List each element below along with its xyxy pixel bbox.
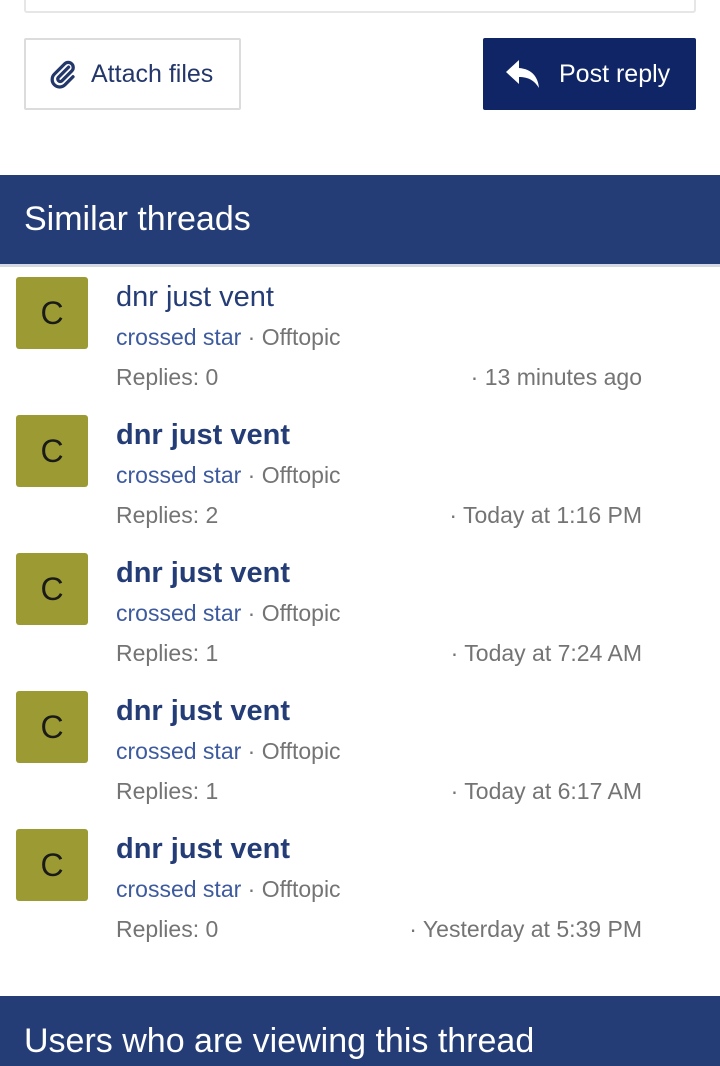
users-viewing-heading: Users who are viewing this thread (0, 996, 720, 1066)
thread-author-link[interactable]: crossed star (116, 876, 241, 902)
thread-item[interactable]: C dnr just vent crossed star · Offtopic … (0, 691, 720, 821)
thread-item[interactable]: C dnr just vent crossed star · Offtopic … (0, 829, 720, 959)
avatar[interactable]: C (16, 829, 88, 901)
post-reply-button[interactable]: Post reply (483, 38, 696, 110)
thread-meta: crossed star · Offtopic (116, 324, 341, 351)
thread-forum-link[interactable]: Offtopic (262, 324, 341, 350)
thread-replies: Replies: 1 (116, 778, 219, 804)
meta-separator: · (241, 600, 262, 626)
attach-files-button[interactable]: Attach files (24, 38, 241, 110)
thread-time: · Today at 6:17 AM (450, 778, 642, 804)
thread-time: · 13 minutes ago (470, 364, 642, 390)
thread-replies: Replies: 0 (116, 364, 219, 390)
thread-meta: crossed star · Offtopic (116, 600, 341, 627)
thread-meta: crossed star · Offtopic (116, 462, 341, 489)
thread-author-link[interactable]: crossed star (116, 324, 241, 350)
meta-separator: · (241, 738, 262, 764)
thread-replies: Replies: 1 (116, 640, 219, 666)
thread-item[interactable]: C dnr just vent crossed star · Offtopic … (0, 415, 720, 545)
thread-forum-link[interactable]: Offtopic (262, 600, 341, 626)
thread-item[interactable]: C dnr just vent crossed star · Offtopic … (0, 553, 720, 683)
heading-divider (0, 264, 720, 267)
thread-title-link[interactable]: dnr just vent (116, 695, 290, 728)
thread-replies: Replies: 2 (116, 502, 219, 528)
avatar[interactable]: C (16, 691, 88, 763)
avatar[interactable]: C (16, 415, 88, 487)
thread-item[interactable]: C dnr just vent crossed star · Offtopic … (0, 277, 720, 407)
attach-files-label: Attach files (91, 59, 214, 88)
thread-author-link[interactable]: crossed star (116, 738, 241, 764)
thread-forum-link[interactable]: Offtopic (262, 462, 341, 488)
thread-author-link[interactable]: crossed star (116, 600, 241, 626)
thread-meta: crossed star · Offtopic (116, 738, 341, 765)
avatar[interactable]: C (16, 277, 88, 349)
thread-meta: crossed star · Offtopic (116, 876, 341, 903)
thread-time: · Today at 7:24 AM (450, 640, 642, 666)
thread-forum-link[interactable]: Offtopic (262, 876, 341, 902)
post-reply-label: Post reply (559, 59, 671, 88)
thread-time: · Yesterday at 5:39 PM (409, 916, 642, 942)
thread-title-link[interactable]: dnr just vent (116, 281, 274, 314)
reply-arrow-icon (506, 60, 539, 88)
thread-forum-link[interactable]: Offtopic (262, 738, 341, 764)
editor-bottom-edge (24, 0, 696, 13)
similar-threads-heading: Similar threads (0, 175, 720, 264)
paperclip-icon (50, 60, 75, 89)
thread-title-link[interactable]: dnr just vent (116, 833, 290, 866)
avatar[interactable]: C (16, 553, 88, 625)
thread-replies: Replies: 0 (116, 916, 219, 942)
thread-title-link[interactable]: dnr just vent (116, 419, 290, 452)
thread-title-link[interactable]: dnr just vent (116, 557, 290, 590)
thread-author-link[interactable]: crossed star (116, 462, 241, 488)
meta-separator: · (241, 324, 262, 350)
meta-separator: · (241, 876, 262, 902)
thread-time: · Today at 1:16 PM (449, 502, 642, 528)
meta-separator: · (241, 462, 262, 488)
